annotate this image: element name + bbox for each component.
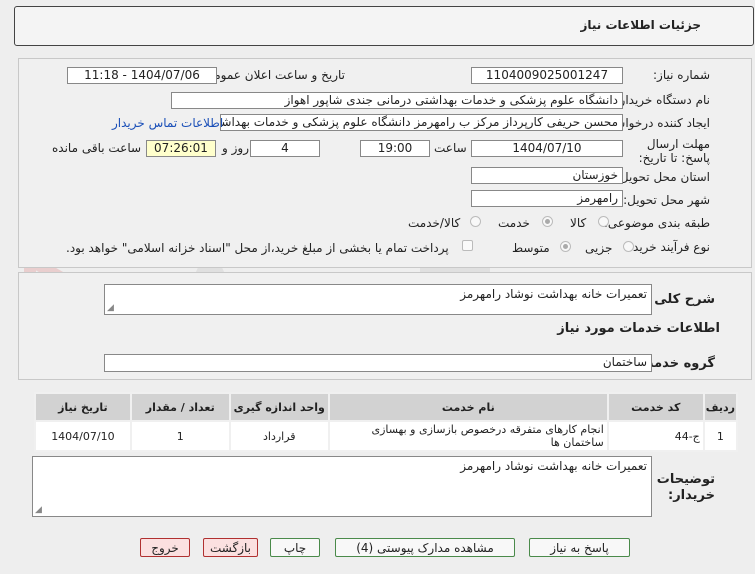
buyer-notes-field: تعمیرات خانه بهداشت نوشاد رامهرمز ◢ — [32, 456, 652, 517]
back-button[interactable]: بازگشت — [203, 538, 258, 557]
days-label: روز و — [222, 141, 249, 155]
city-field: رامهرمز — [471, 190, 623, 207]
deadline-label: مهلت ارسال پاسخ: تا تاریخ: — [638, 137, 710, 165]
treasury-payment-note: پرداخت تمام یا بخشی از مبلغ خرید،از محل … — [66, 241, 449, 255]
process-label: نوع فرآیند خرید : — [625, 240, 710, 254]
category-goods-label: کالا — [570, 216, 587, 230]
page-title: جزئیات اطلاعات نیاز — [580, 18, 701, 32]
process-minor-radio[interactable] — [623, 241, 634, 252]
buyer-org-field: دانشگاه علوم پزشکی و خدمات بهداشتی درمان… — [171, 92, 623, 109]
service-code-cell: ج-44 — [606, 420, 705, 452]
general-desc-field: تعمیرات خانه بهداشت نوشاد رامهرمز ◢ — [104, 284, 652, 315]
province-field: خوزستان — [471, 167, 623, 184]
resize-grip-icon[interactable]: ◢ — [107, 304, 114, 313]
buyer-org-label: نام دستگاه خریدار: — [615, 93, 711, 107]
reply-button[interactable]: پاسخ به نیاز — [529, 538, 630, 557]
attachments-button[interactable]: مشاهده مدارک پیوستی (4) — [335, 538, 515, 557]
buyer-contact-link[interactable]: اطلاعات تماس خریدار — [112, 116, 223, 130]
table-row: 1 ج-44 انجام کارهای متفرقه درخصوص بازساز… — [34, 420, 739, 452]
col-name-header: نام خدمت — [327, 392, 609, 422]
unit-cell: قرارداد — [228, 420, 330, 452]
process-minor-label: جزیی — [585, 241, 613, 255]
days-remaining-field: 4 — [250, 140, 320, 157]
service-name-cell: انجام کارهای متفرقه درخصوص بازسازی و بهس… — [327, 420, 609, 452]
buyer-notes-label: توضیحات خریدار: — [656, 472, 715, 503]
row-number-cell: 1 — [702, 420, 739, 452]
page-header: جزئیات اطلاعات نیاز — [14, 6, 754, 46]
treasury-payment-checkbox[interactable] — [462, 240, 473, 251]
exit-button[interactable]: خروج — [140, 538, 190, 557]
general-desc-text: تعمیرات خانه بهداشت نوشاد رامهرمز — [460, 287, 647, 301]
category-service-radio[interactable] — [542, 216, 553, 227]
service-group-field: ساختمان — [104, 354, 652, 372]
col-qty-header: تعداد / مقدار — [129, 392, 231, 422]
print-button[interactable]: چاپ — [270, 538, 320, 557]
province-label: استان محل تحویل: — [615, 170, 710, 184]
remaining-time-field: 07:26:01 — [146, 140, 216, 157]
deadline-time-label: ساعت — [434, 141, 467, 155]
process-medium-label: متوسط — [512, 241, 550, 255]
need-number-label: شماره نیاز: — [653, 68, 710, 82]
services-table: ردیف کد خدمت نام خدمت واحد اندازه گیری ت… — [34, 392, 739, 452]
announce-date-field: 1404/07/06 - 11:18 — [67, 67, 217, 84]
category-goods-service-label: کالا/خدمت — [408, 216, 461, 230]
buyer-notes-text: تعمیرات خانه بهداشت نوشاد رامهرمز — [460, 459, 647, 473]
category-label: طبقه بندی موضوعی: — [603, 216, 710, 230]
category-service-label: خدمت — [498, 216, 530, 230]
requester-field: محسن حریفی کارپرداز مرکز ب رامهرمز دانشگ… — [220, 114, 623, 131]
quantity-cell: 1 — [129, 420, 231, 452]
process-medium-radio[interactable] — [560, 241, 571, 252]
remaining-time-label: ساعت باقی مانده — [52, 141, 142, 155]
col-date-header: تاریخ نیاز — [34, 392, 132, 422]
col-unit-header: واحد اندازه گیری — [228, 392, 330, 422]
need-date-cell: 1404/07/10 — [34, 420, 132, 452]
services-section-title: اطلاعات خدمات مورد نیاز — [557, 321, 720, 336]
category-goods-service-radio[interactable] — [470, 216, 481, 227]
announce-date-label: تاریخ و ساعت اعلان عمومی: — [200, 68, 345, 82]
resize-grip-icon[interactable]: ◢ — [35, 506, 42, 515]
category-goods-radio[interactable] — [598, 216, 609, 227]
deadline-time-field: 19:00 — [360, 140, 430, 157]
need-number-field: 1104009025001247 — [471, 67, 623, 84]
col-code-header: کد خدمت — [606, 392, 705, 422]
col-row-header: ردیف — [702, 392, 739, 422]
table-header-row: ردیف کد خدمت نام خدمت واحد اندازه گیری ت… — [34, 392, 739, 422]
deadline-date-field: 1404/07/10 — [471, 140, 623, 157]
city-label: شهر محل تحویل: — [623, 193, 710, 207]
